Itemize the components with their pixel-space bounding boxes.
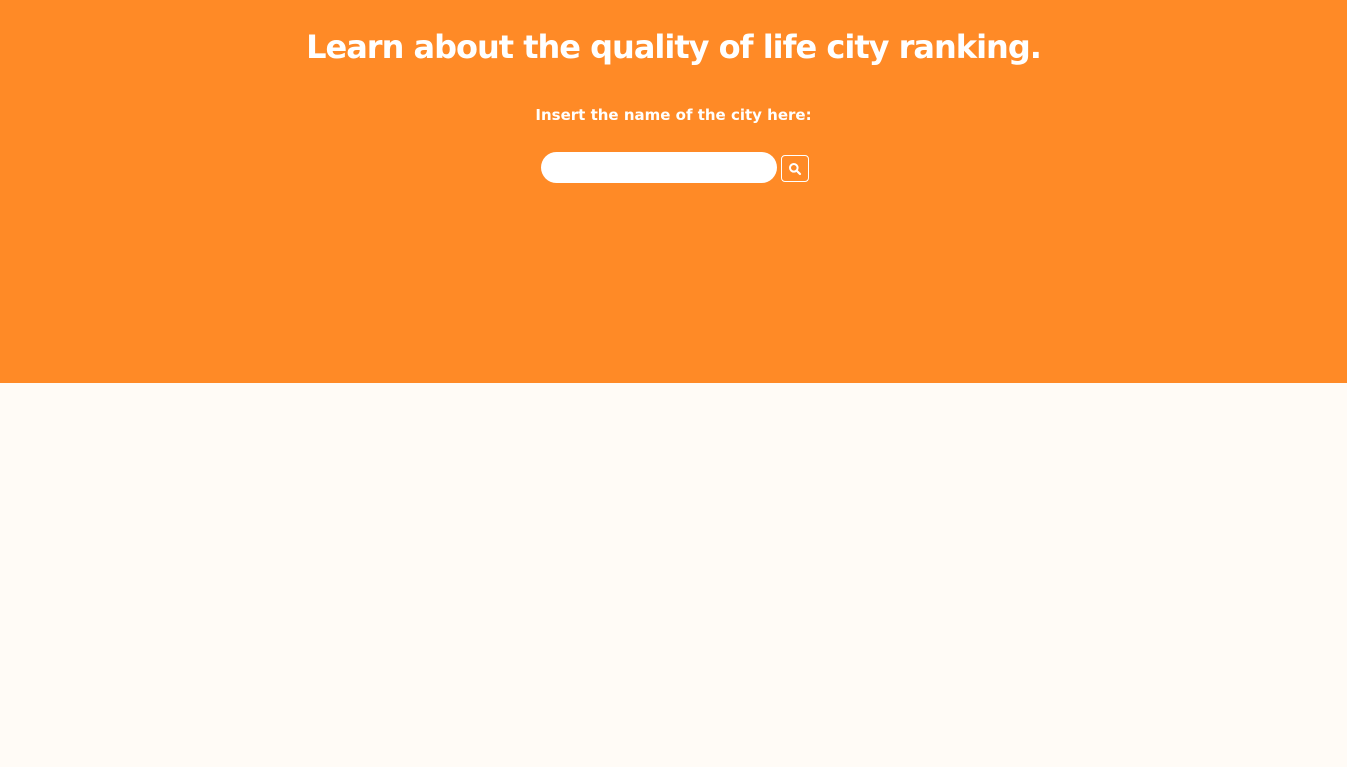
city-search-input[interactable] [541, 152, 777, 183]
search-prompt-label: Insert the name of the city here: [535, 106, 812, 124]
hero-section: Learn about the quality of life city ran… [0, 0, 1347, 383]
search-button[interactable] [781, 155, 809, 182]
page-title: Learn about the quality of life city ran… [306, 28, 1042, 66]
search-icon [788, 162, 802, 176]
